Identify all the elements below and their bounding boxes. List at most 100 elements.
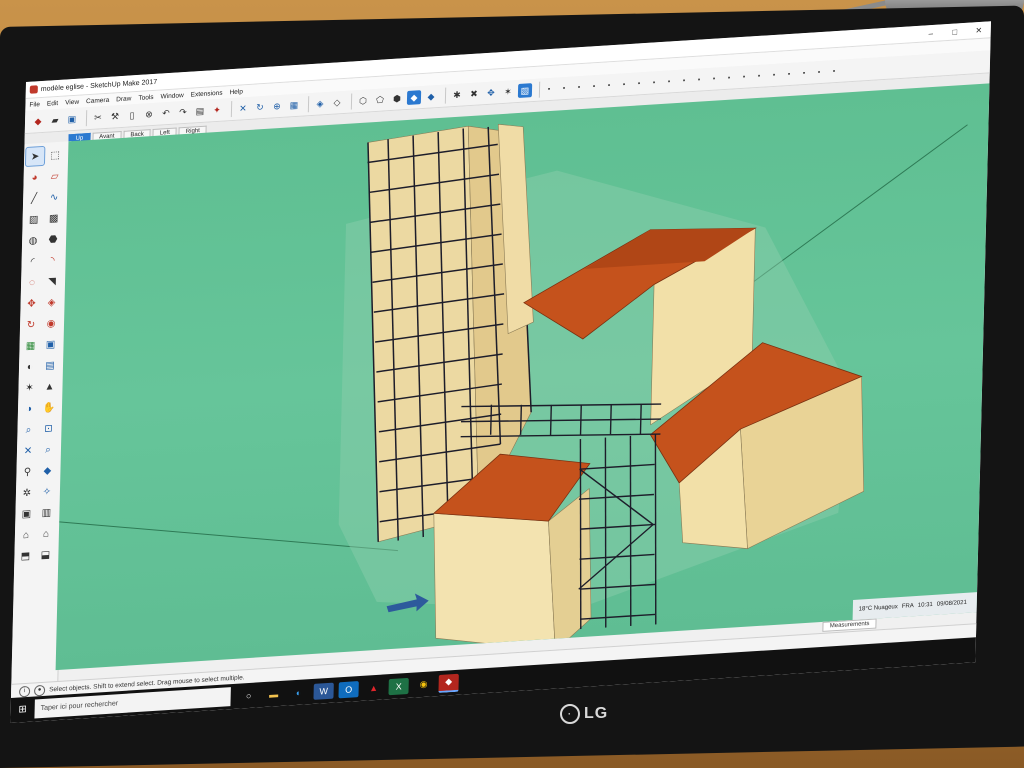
look-around-icon[interactable]: ◆: [38, 461, 56, 480]
ext-tool-icon[interactable]: ▪: [829, 66, 839, 77]
x-ray-icon[interactable]: ✕: [236, 101, 250, 116]
select-icon[interactable]: ✂: [91, 110, 105, 125]
menu-draw[interactable]: Draw: [116, 95, 131, 103]
weather-text[interactable]: 18°C Nuageux: [859, 604, 898, 612]
clock-date[interactable]: 09/08/2021: [937, 600, 967, 608]
ext-tool-icon[interactable]: ▪: [724, 72, 734, 83]
file-explorer-icon[interactable]: ▬: [263, 685, 283, 702]
maximize-button[interactable]: □: [943, 26, 967, 37]
info-icon[interactable]: i: [18, 685, 31, 697]
word-icon[interactable]: W: [313, 682, 334, 700]
tape-icon[interactable]: ▦: [21, 336, 39, 355]
component-icon[interactable]: ⬚: [46, 146, 64, 165]
edge-icon[interactable]: ◐: [288, 684, 308, 701]
ext-tool-icon[interactable]: ▪: [814, 67, 824, 78]
wireframe-icon[interactable]: ⬡: [356, 93, 370, 108]
section-plane-icon[interactable]: ✲: [18, 483, 36, 502]
ext-tool-icon[interactable]: ▪: [589, 81, 599, 92]
share-model-icon[interactable]: ⬓: [36, 545, 54, 564]
zoom-icon[interactable]: ⌕: [19, 420, 37, 439]
excel-icon[interactable]: X: [388, 677, 409, 695]
ext-tool-icon[interactable]: ▪: [604, 80, 614, 91]
zoom-extents-icon[interactable]: ⊕: [270, 99, 284, 114]
section-fill-icon[interactable]: ✶: [501, 84, 515, 99]
menu-camera[interactable]: Camera: [86, 96, 109, 104]
menu-window[interactable]: Window: [161, 92, 184, 100]
rectangle-icon[interactable]: ▨: [24, 210, 42, 229]
close-button[interactable]: ✕: [967, 25, 991, 36]
task-view-icon[interactable]: ○: [238, 687, 258, 704]
model-viewport[interactable]: [55, 83, 990, 671]
pan-icon[interactable]: ✋: [40, 398, 58, 417]
sketchup-task-icon[interactable]: ◆: [438, 673, 459, 693]
windows-start-icon[interactable]: ⊞: [11, 703, 35, 716]
select-icon[interactable]: ➤: [24, 145, 46, 168]
orbit-icon[interactable]: ◑: [20, 399, 38, 418]
warehouse-icon[interactable]: ▣: [17, 504, 35, 523]
3d-warehouse-icon[interactable]: ⬒: [16, 546, 34, 565]
freehand-icon[interactable]: ∿: [45, 188, 63, 207]
ext-tool-icon[interactable]: ▪: [619, 79, 629, 90]
menu-extensions[interactable]: Extensions: [191, 89, 223, 98]
polygon-icon[interactable]: ⬣: [44, 230, 62, 249]
eraser-icon[interactable]: ▯: [125, 108, 139, 123]
menu-tools[interactable]: Tools: [138, 93, 153, 101]
circle-icon[interactable]: ◍: [24, 231, 42, 250]
3d-text-icon[interactable]: ▲: [40, 377, 58, 396]
ext-tool-icon[interactable]: ▪: [544, 84, 554, 95]
ext-tool-icon[interactable]: ▪: [709, 73, 719, 84]
language-indicator[interactable]: FRA: [902, 603, 914, 610]
axes-icon[interactable]: ✶: [20, 378, 38, 397]
offset-icon[interactable]: ◈: [42, 293, 60, 312]
protractor-icon[interactable]: ◐: [21, 357, 39, 376]
top-view-icon[interactable]: ◇: [330, 95, 344, 110]
hidden-line-icon[interactable]: ⬠: [373, 92, 387, 107]
zoom-window-icon[interactable]: ⊡: [39, 419, 57, 438]
acrobat-icon[interactable]: ▲: [363, 679, 383, 696]
ext-tool-icon[interactable]: ▪: [574, 82, 584, 93]
monochrome-icon[interactable]: ◆: [424, 89, 438, 104]
shaded-icon[interactable]: ⬢: [390, 91, 404, 106]
chrome-icon[interactable]: ◉: [413, 676, 433, 693]
menu-file[interactable]: File: [29, 101, 40, 109]
section-cut-icon[interactable]: ✖: [467, 86, 481, 101]
orbit-icon[interactable]: ↻: [253, 100, 267, 115]
ext-tool-icon[interactable]: ▪: [634, 78, 644, 89]
ext-tool-icon[interactable]: ▪: [559, 83, 569, 94]
open-icon[interactable]: ▰: [48, 113, 62, 128]
paint-bucket-icon[interactable]: ◕: [25, 168, 43, 187]
clock-time[interactable]: 10:31: [918, 602, 933, 609]
rotated-rect-icon[interactable]: ▩: [44, 209, 62, 228]
house-outline-icon[interactable]: ⌂: [37, 524, 55, 543]
section-display-icon[interactable]: ✧: [38, 482, 56, 501]
minimize-button[interactable]: –: [919, 28, 943, 39]
paint-icon[interactable]: ⚒: [108, 109, 122, 124]
print-icon[interactable]: ▤: [193, 104, 207, 119]
menu-view[interactable]: View: [65, 98, 79, 106]
section-plane-icon[interactable]: ✱: [450, 87, 464, 102]
extension-icon[interactable]: ▥: [37, 503, 55, 522]
ext-tool-icon[interactable]: ▪: [664, 76, 674, 87]
zoom-extents-icon[interactable]: ✕: [19, 441, 37, 460]
getting-started-icon[interactable]: ◆: [31, 114, 45, 129]
walk-icon[interactable]: ⚲: [18, 462, 36, 481]
scale-icon[interactable]: ◉: [42, 314, 60, 333]
dimension-icon[interactable]: ▣: [41, 335, 59, 354]
user-icon[interactable]: ●: [33, 684, 46, 696]
text-icon[interactable]: ▤: [41, 356, 59, 375]
save-icon[interactable]: ▣: [65, 112, 79, 127]
layers-icon[interactable]: ▧: [517, 83, 533, 99]
ext-tool-icon[interactable]: ▪: [739, 72, 749, 83]
ext-tool-icon[interactable]: ▪: [694, 74, 704, 85]
ext-tool-icon[interactable]: ▪: [769, 70, 779, 81]
menu-edit[interactable]: Edit: [47, 99, 58, 107]
arc-icon[interactable]: ◜: [23, 252, 41, 271]
ext-tool-icon[interactable]: ▪: [649, 77, 659, 88]
move-icon[interactable]: ✥: [22, 294, 40, 313]
model-info-icon[interactable]: ✦: [210, 103, 224, 118]
house-icon[interactable]: ⌂: [17, 525, 35, 544]
rotate-icon[interactable]: ↻: [22, 315, 40, 334]
shaded-textures-icon[interactable]: ◆: [406, 90, 422, 106]
eraser-icon[interactable]: ▱: [45, 167, 63, 186]
menu-help[interactable]: Help: [229, 88, 243, 96]
